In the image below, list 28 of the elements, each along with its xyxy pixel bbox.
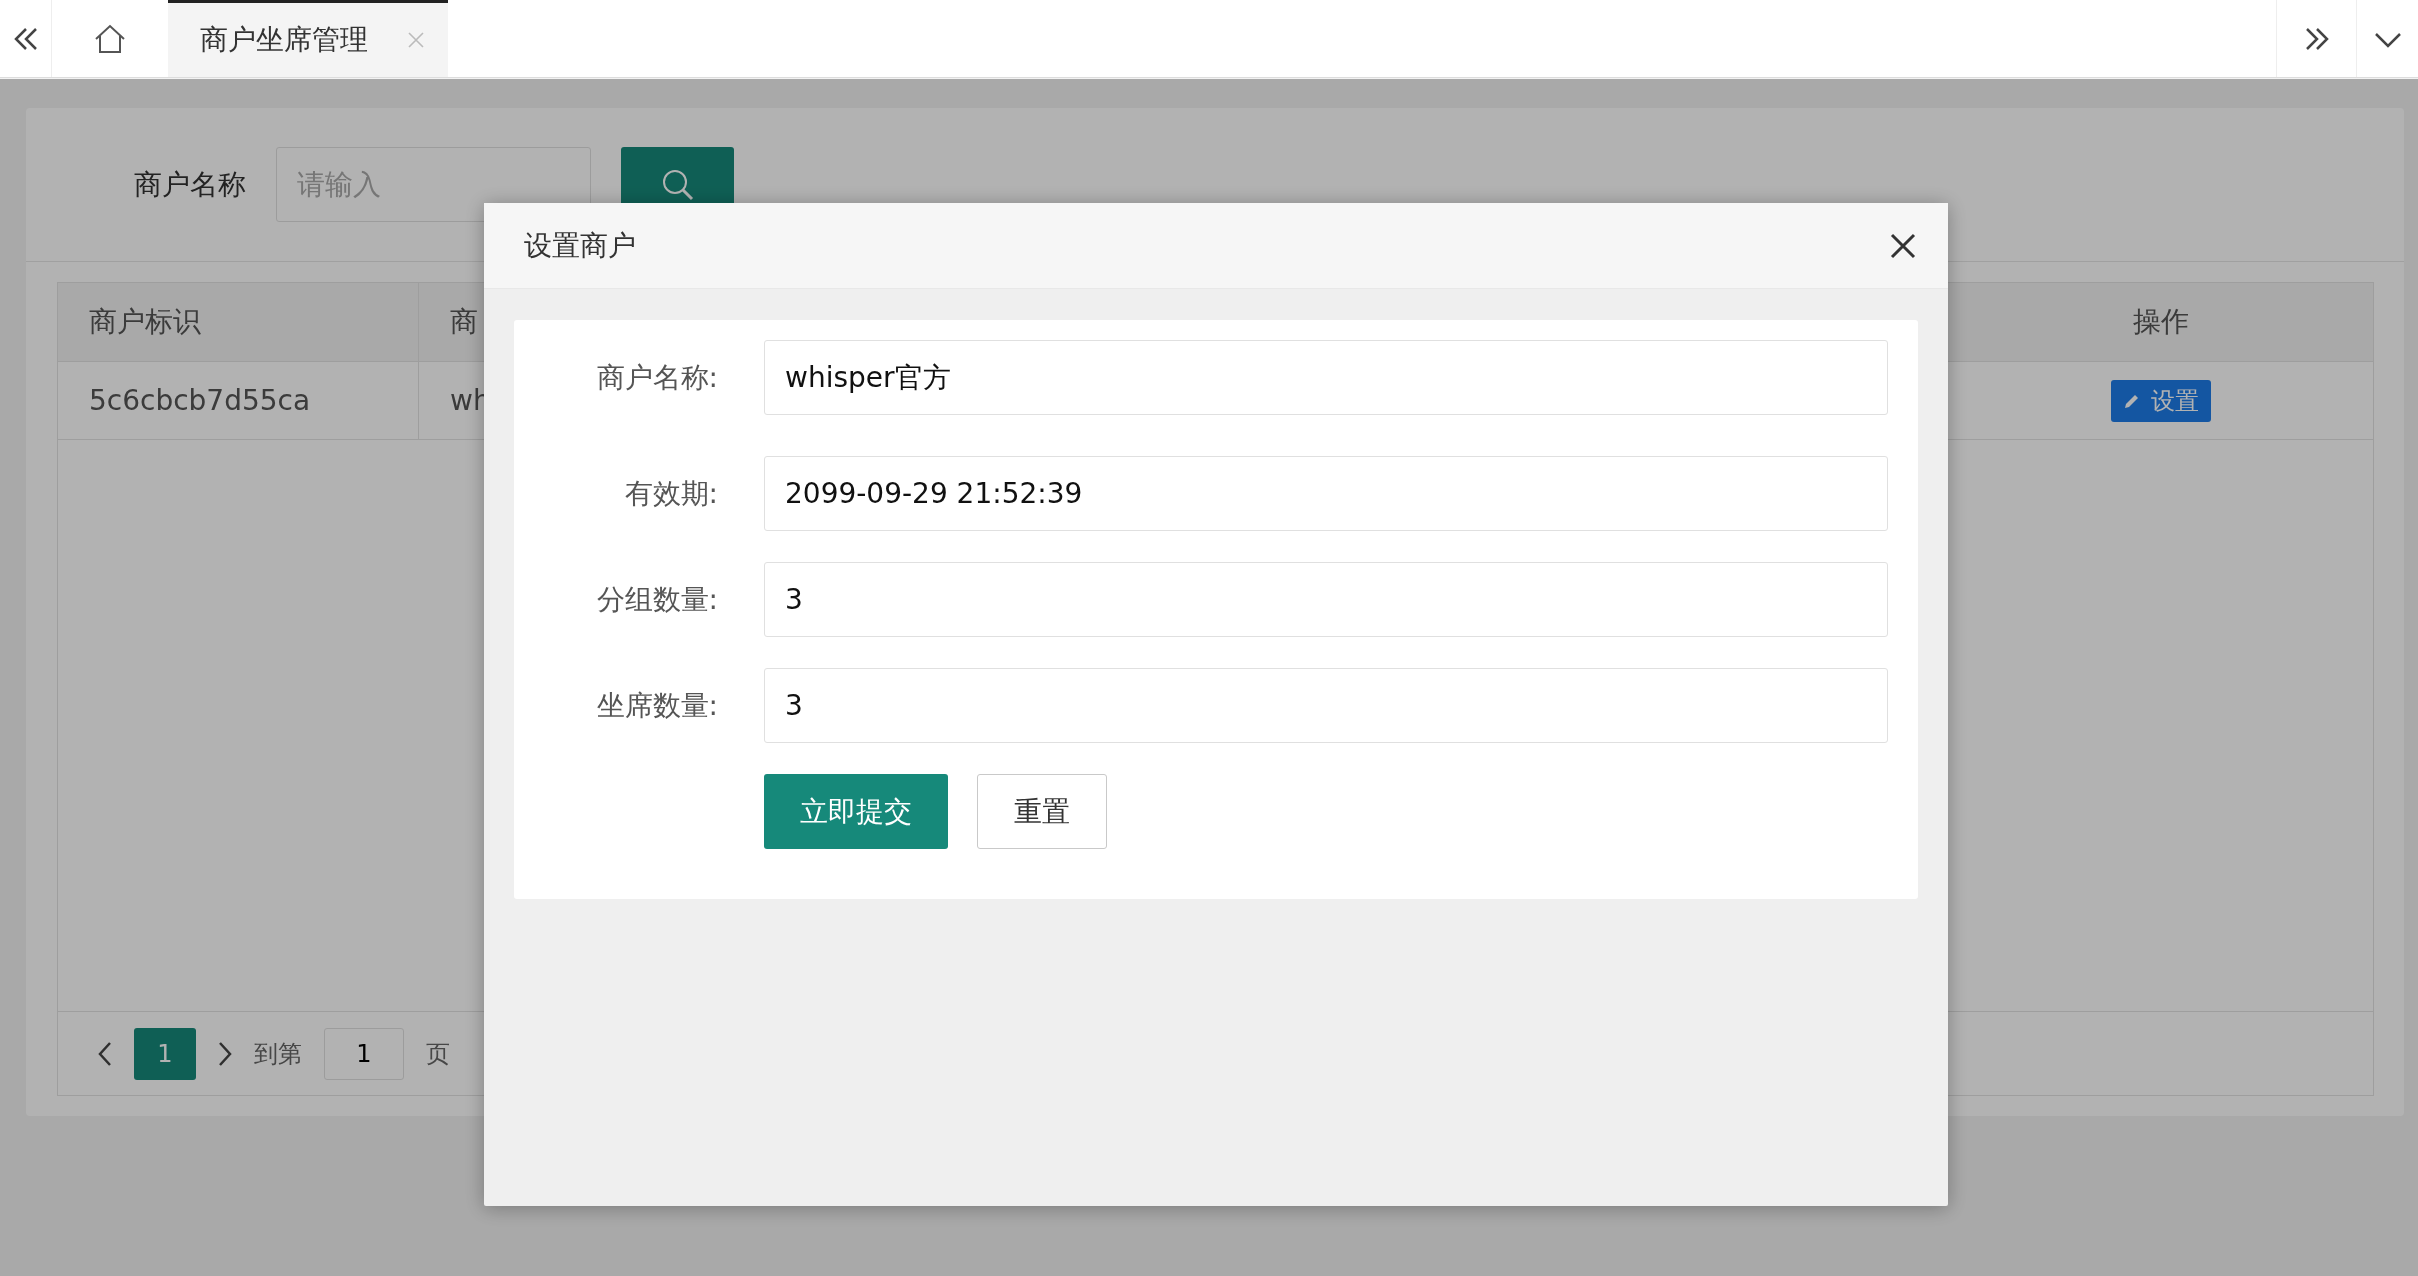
close-icon[interactable] xyxy=(408,32,424,48)
chevron-right-icon xyxy=(218,1040,232,1067)
submit-button[interactable]: 立即提交 xyxy=(764,774,948,849)
field-label: 有效期: xyxy=(623,475,719,512)
search-icon xyxy=(660,167,695,202)
field-label: 分组数量: xyxy=(595,581,719,618)
input-field[interactable]: 2099-09-29 21:52:39 xyxy=(764,456,1888,531)
search-field[interactable]: 请输入 xyxy=(276,147,591,222)
modal-title: 设置商户 xyxy=(524,227,636,264)
reset-button[interactable]: 重置 xyxy=(977,774,1107,849)
goto-label: 到第 xyxy=(254,1038,302,1070)
chevron-left-icon xyxy=(98,1040,112,1067)
column-header: 商户标识 xyxy=(58,283,419,361)
search-label: 商户名称 xyxy=(134,166,246,203)
table-cell: 5c6cbcb7d55ca xyxy=(58,362,419,439)
page-input[interactable]: 1 xyxy=(324,1027,404,1080)
field-label: 商户名称: xyxy=(595,359,719,396)
field-label: 坐席数量: xyxy=(595,687,719,724)
column-header: 操作 xyxy=(2131,304,2190,340)
input-field[interactable]: whisper官方 xyxy=(764,340,1888,415)
home-icon xyxy=(94,23,126,54)
close-icon xyxy=(1890,232,1916,259)
page-tab[interactable]: 商户坐席管理 xyxy=(168,0,448,77)
page-unit-label: 页 xyxy=(426,1038,450,1070)
close-button[interactable] xyxy=(1890,232,1916,259)
input-field[interactable]: 3 xyxy=(764,668,1888,743)
input-field[interactable]: 3 xyxy=(764,562,1888,637)
page-button[interactable]: 1 xyxy=(134,1027,196,1080)
